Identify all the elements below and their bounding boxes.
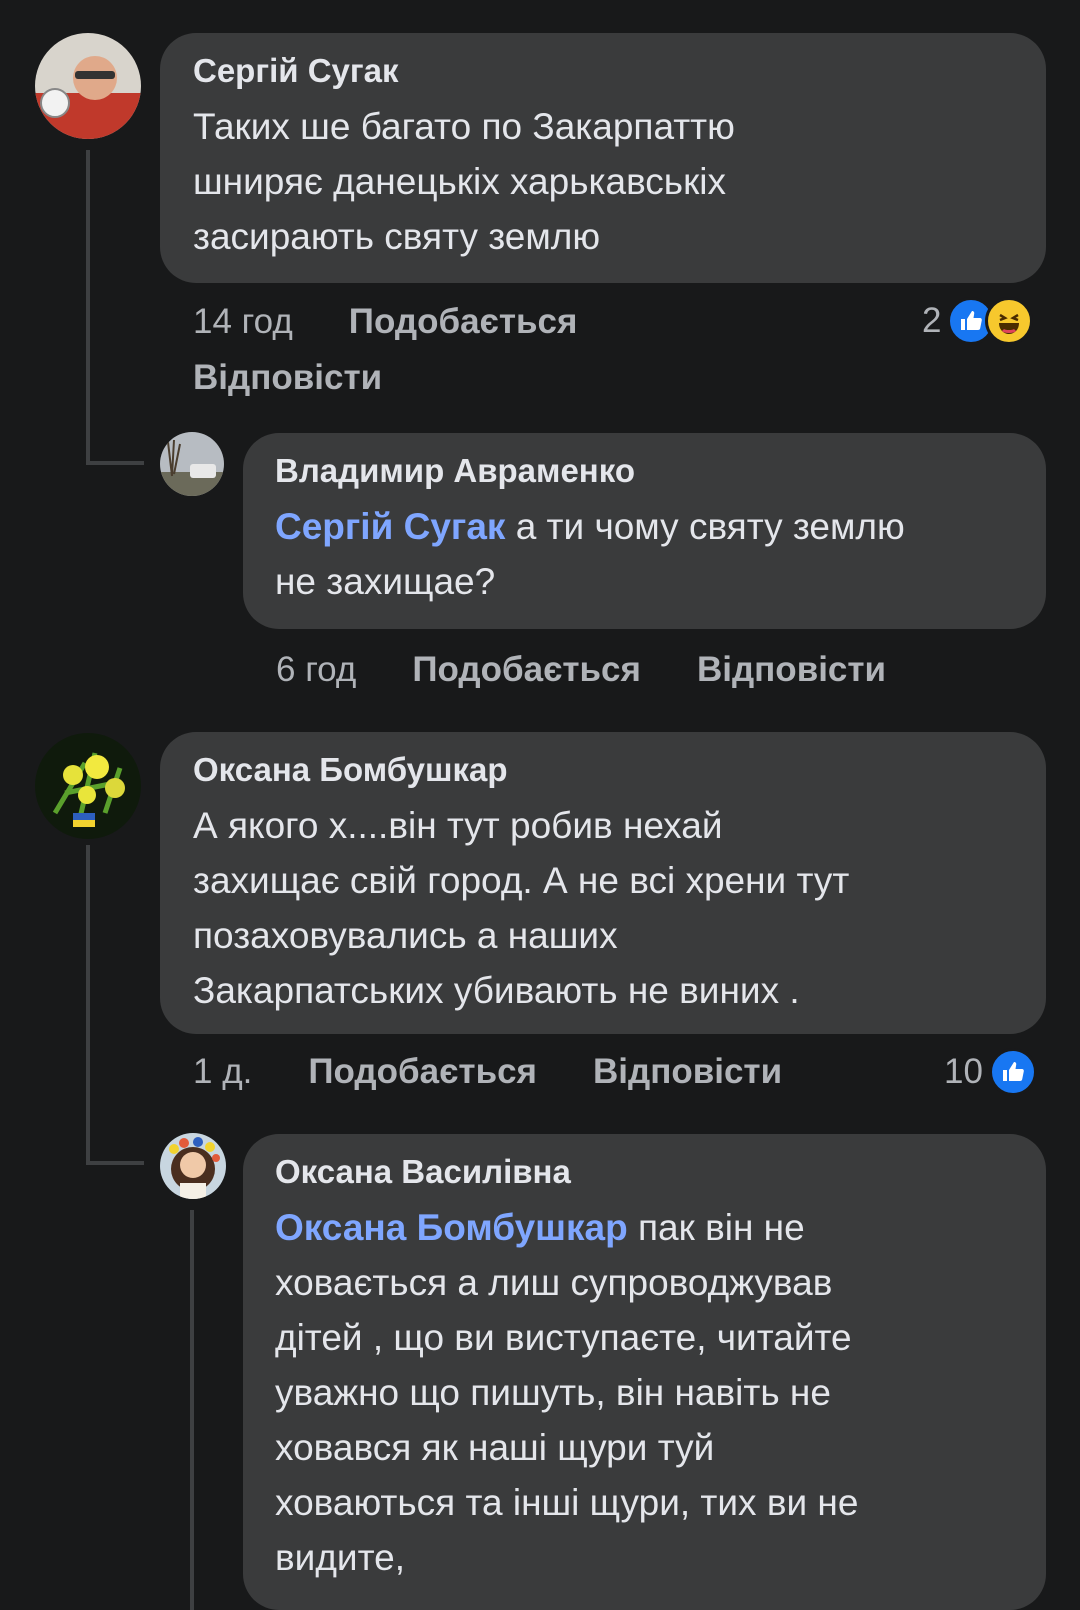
mention-link[interactable]: Сергій Сугак xyxy=(275,506,505,547)
thread-line xyxy=(86,150,90,465)
comment-text-line: дітей , що ви виступаєте, читайте xyxy=(275,1317,852,1358)
comment-time[interactable]: 1 д. xyxy=(193,1052,252,1092)
reply-button[interactable]: Відповісти xyxy=(193,358,382,398)
like-button[interactable]: Подобається xyxy=(349,302,578,342)
comment-text-line: Таких ше багато по Закарпаттю xyxy=(193,106,735,147)
comment-text-line: ховаються та інші щури, тих ви не xyxy=(275,1482,859,1523)
comment-text-line: Оксана Бомбушкар пак він не xyxy=(275,1200,1014,1255)
reply-button[interactable]: Відповісти xyxy=(697,650,886,690)
comment-text-line: видите, xyxy=(275,1537,405,1578)
comment-text: Оксана Бомбушкар пак він не ховається а … xyxy=(275,1200,1014,1585)
comment-text-line: уважно що пишуть, він навіть не xyxy=(275,1372,831,1413)
comment-author[interactable]: Сергій Сугак xyxy=(193,51,1013,91)
haha-icon xyxy=(985,297,1034,345)
comment-bubble: Сергій Сугак Таких ше багато по Закарпат… xyxy=(160,33,1046,283)
comment-text-line: шниряє данецькіх харькавськіх xyxy=(193,161,726,202)
comment-actions: 6 год Подобається Відповісти xyxy=(276,650,886,690)
reply-button[interactable]: Відповісти xyxy=(593,1052,782,1092)
comment-bubble: Владимир Авраменко Сергій Сугак а ти чом… xyxy=(243,433,1046,629)
like-button[interactable]: Подобається xyxy=(412,650,641,690)
thread-line xyxy=(86,845,90,1165)
avatar[interactable] xyxy=(35,33,141,139)
avatar[interactable] xyxy=(160,432,224,496)
comment-text-line: ховається а лиш супроводжував xyxy=(275,1262,833,1303)
thread-line xyxy=(86,461,144,465)
comment-text-line: засирають святу землю xyxy=(193,216,601,257)
reaction-count: 10 xyxy=(944,1052,983,1091)
comment-time[interactable]: 6 год xyxy=(276,650,356,690)
like-button[interactable]: Подобається xyxy=(308,1052,537,1092)
reaction-summary[interactable]: 10 xyxy=(944,1048,1037,1096)
comment-text-line: Закарпатських убивають не виних . xyxy=(193,970,800,1011)
thread-line xyxy=(86,1161,144,1165)
comment-author[interactable]: Оксана Василівна xyxy=(275,1152,1014,1192)
reaction-count: 2 xyxy=(922,301,942,340)
comment-text-line: захищає свій город. А не всі хрени тут xyxy=(193,860,850,901)
comment-bubble: Оксана Бомбушкар А якого х....він тут ро… xyxy=(160,732,1046,1034)
comment-text: А якого х....він тут робив нехай захищає… xyxy=(193,798,1013,1018)
thread-line xyxy=(190,1210,194,1610)
reaction-summary[interactable]: 2 xyxy=(922,297,1034,345)
comment-text: Сергій Сугак а ти чому святу землю не за… xyxy=(275,499,1014,609)
comment-text: Таких ше багато по Закарпаттю шниряє дан… xyxy=(193,99,1013,264)
comment-bubble: Оксана Василівна Оксана Бомбушкар пак ві… xyxy=(243,1134,1046,1610)
comment-text-line: не захищае? xyxy=(275,561,496,602)
comment-text-fragment: пак він не xyxy=(627,1207,805,1248)
comment-time[interactable]: 14 год xyxy=(193,302,293,342)
comment-actions: Відповісти xyxy=(193,358,382,398)
comment-text-line: Сергій Сугак а ти чому святу землю xyxy=(275,499,1014,554)
comment-author[interactable]: Владимир Авраменко xyxy=(275,451,1014,491)
comment-author[interactable]: Оксана Бомбушкар xyxy=(193,750,1013,790)
like-icon xyxy=(988,1048,1037,1096)
comment-text-line: ховався як наші щури туй xyxy=(275,1427,715,1468)
comment-actions: 14 год Подобається xyxy=(193,302,577,342)
avatar[interactable] xyxy=(160,1133,226,1199)
avatar[interactable] xyxy=(35,733,141,839)
comment-text-line: позаховувались а наших xyxy=(193,915,618,956)
comment-actions: 1 д. Подобається Відповісти xyxy=(193,1052,782,1092)
comment-text-line: А якого х....він тут робив нехай xyxy=(193,805,723,846)
mention-link[interactable]: Оксана Бомбушкар xyxy=(275,1207,628,1248)
comment-text-fragment: а ти чому святу землю xyxy=(505,506,905,547)
